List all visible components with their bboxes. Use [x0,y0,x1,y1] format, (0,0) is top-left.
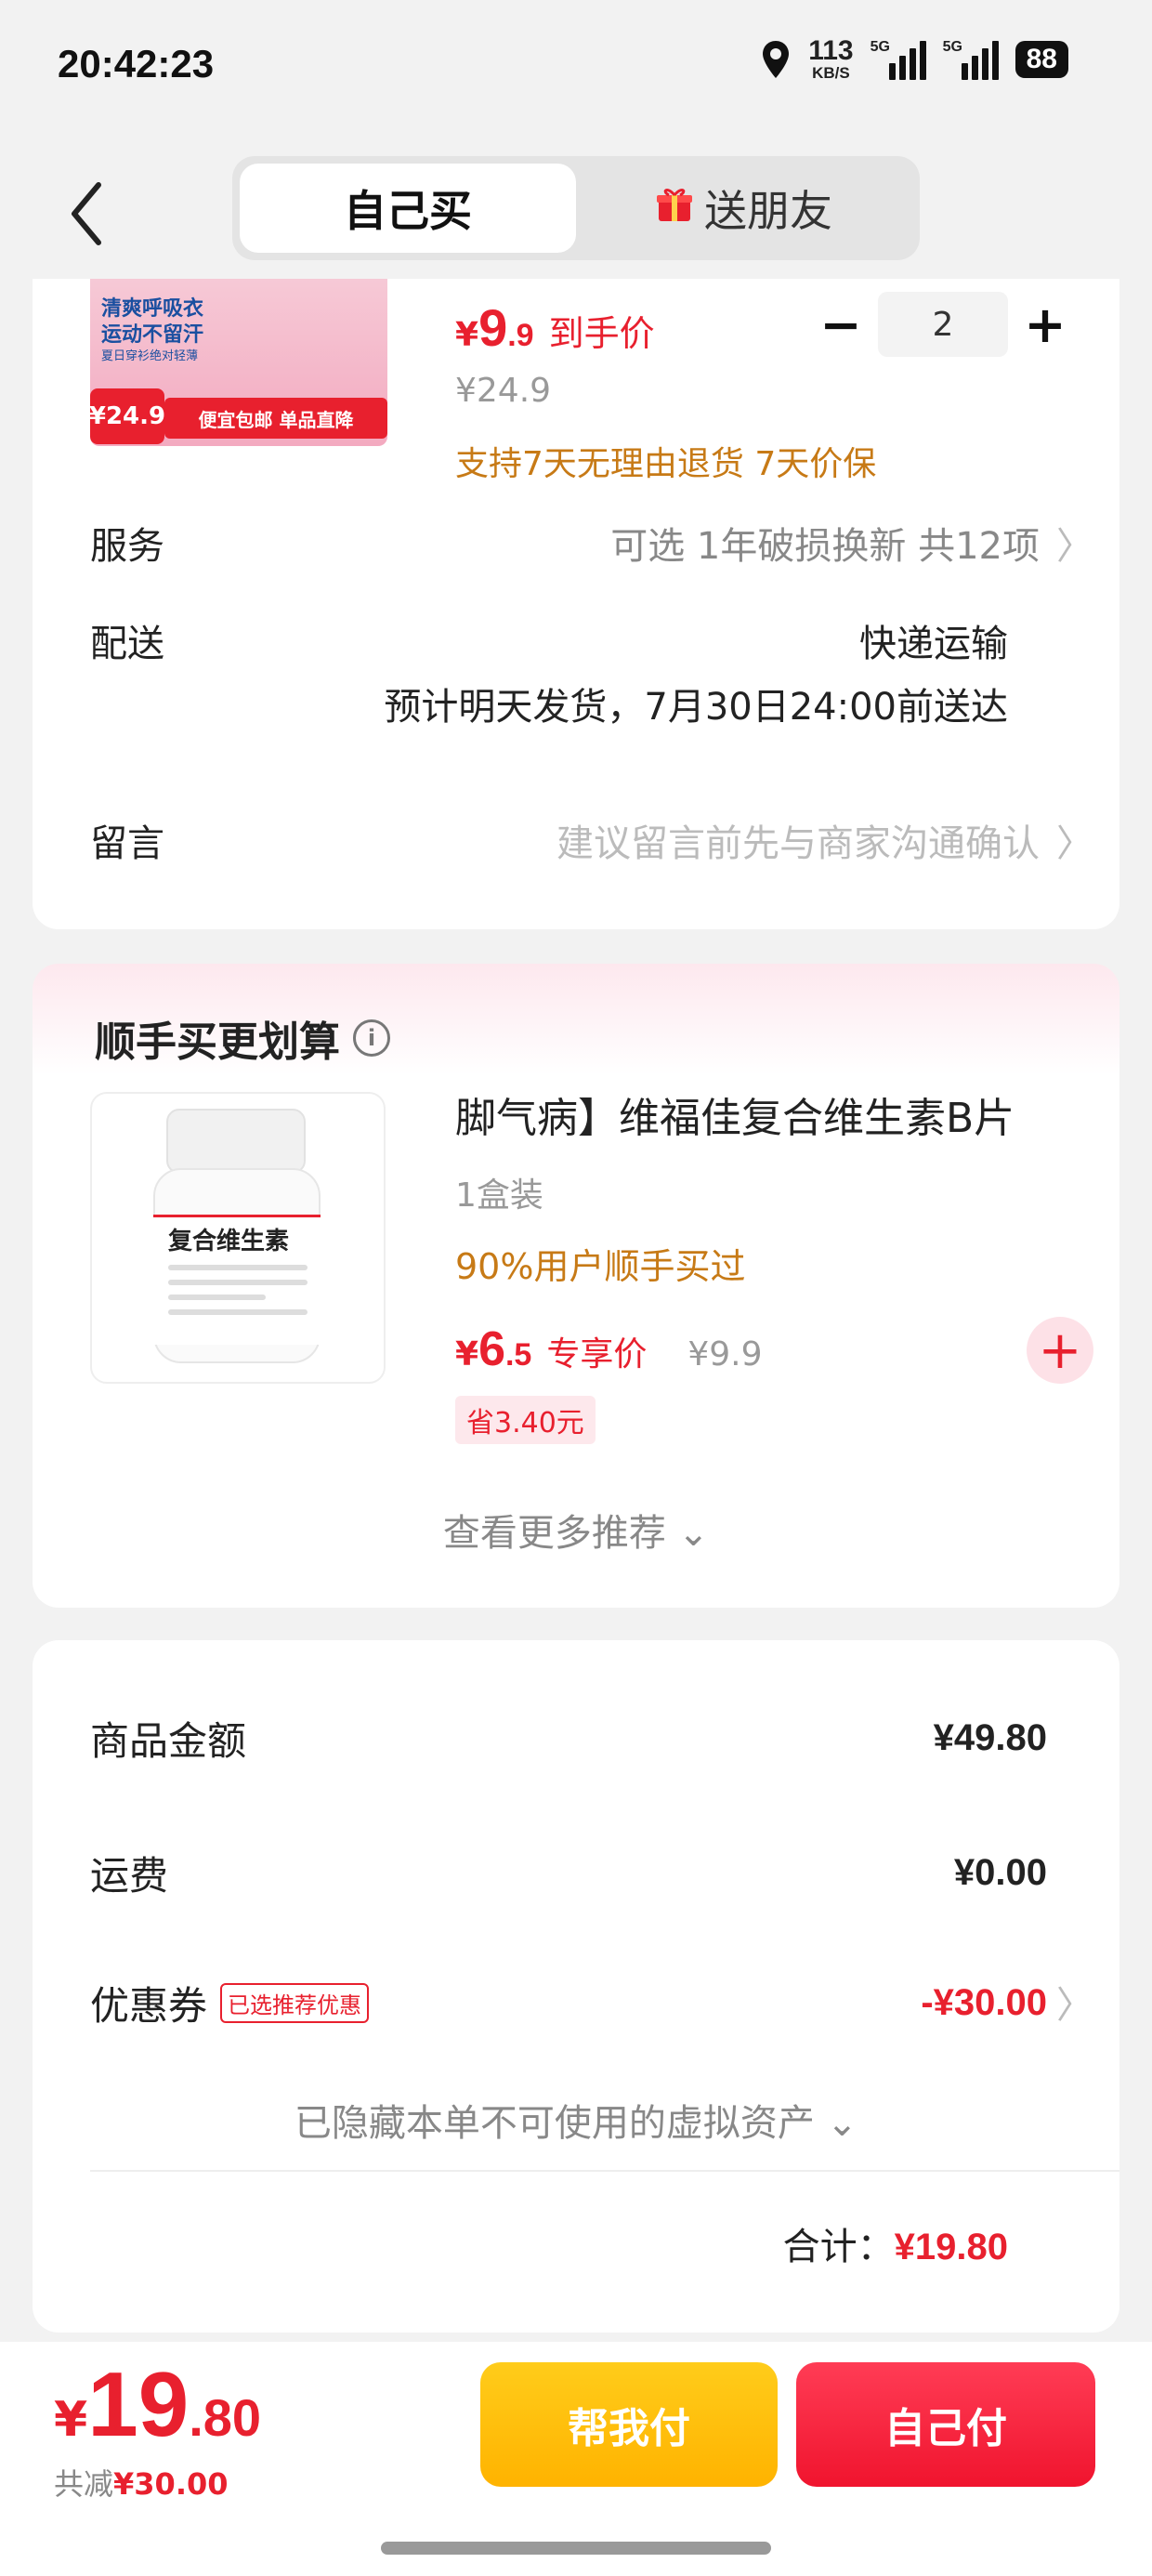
recommend-spec: 1盒装 [455,1176,543,1215]
price-dec: .9 [507,318,534,353]
tab-buy-self[interactable]: 自己买 [240,164,576,253]
signal-icon-sim2: 5G [943,39,999,80]
add-to-order-button[interactable]: + [1027,1317,1093,1384]
info-icon[interactable]: i [353,1019,390,1057]
chevron-right-icon: 〉 [1056,525,1093,568]
image-banner: 便宜包邮 单品直降 [164,398,387,439]
signal-icon-sim1: 5G [871,39,926,80]
saved-value: ¥30.00 [113,2466,229,2502]
pay-total: ¥ 19 .80 [54,2359,261,2450]
bottle-cap [166,1109,306,1174]
back-button[interactable] [58,177,113,251]
product-price: ¥ 9 .9 到手价 [455,297,655,358]
note-row[interactable]: 留言 建议留言前先与商家沟通确认〉 [90,813,1093,867]
purchase-mode-switch: 自己买 送朋友 [232,156,920,260]
service-value: 可选 1年破损换新 共12项 [610,525,1040,568]
pay-total-int: 19 [87,2353,190,2455]
product-image[interactable]: 清爽呼吸衣 运动不留汗 夏日穿衫绝对轻薄 ¥24.9 便宜包邮 单品直降 [90,279,387,446]
divider [90,2170,1119,2172]
increase-button[interactable]: + [1008,292,1082,357]
help-me-pay-button[interactable]: 帮我付 [480,2362,778,2487]
total-row: 合计： ¥19.80 [783,2216,1008,2270]
speed-value: 113 [808,35,854,66]
original-price: ¥24.9 [455,372,552,410]
tab-send-friend[interactable]: 送朋友 [576,164,912,253]
recommend-product-image[interactable]: 复合维生素 [90,1092,386,1384]
rec-price-label: 专享价 [546,1335,648,1373]
bottle-label-text: 复合维生素 [168,1228,290,1255]
status-icons: 113 KB/S 5G 5G 88 [760,37,1068,81]
recommend-title: 顺手买更划算 i [95,1008,390,1068]
bottle-fine-print [168,1265,308,1324]
goods-amount-row: 商品金额 ¥49.80 [90,1710,1047,1767]
delivery-eta: 预计明天发货，7月30日24:00前送达 [384,686,1008,729]
note-placeholder: 建议留言前先与商家沟通确认 [556,822,1040,865]
quantity-stepper: − 2 + [804,292,1082,357]
battery-icon: 88 [1015,40,1068,78]
price-int: 9 [478,298,508,357]
goods-amount-value: ¥49.80 [933,1717,1047,1758]
total-label: 合计： [782,2226,895,2268]
decrease-button[interactable]: − [804,292,878,357]
recommend-title-text: 顺手买更划算 [95,1019,340,1066]
sim1-label: 5G [870,38,890,55]
chevron-left-icon [72,182,101,245]
coupon-tag: 已选推荐优惠 [220,1983,370,2023]
coupon-row[interactable]: 优惠券 已选推荐优惠 -¥30.00 [90,1975,1047,2031]
more-recommend-link[interactable]: 查看更多推荐 ⌄ [33,1503,1119,1557]
pay-total-dec: .80 [189,2388,262,2447]
location-icon [760,39,792,80]
status-time: 20:42:23 [58,42,215,85]
product-card: 清爽呼吸衣 运动不留汗 夏日穿衫绝对轻薄 ¥24.9 便宜包邮 单品直降 ¥ 9… [33,279,1119,929]
saved-prefix: 共减 [54,2466,114,2502]
chevron-right-icon: 〉 [1056,822,1093,865]
rec-original-price: ¥9.9 [687,1335,763,1373]
price-yen: ¥ [455,316,479,354]
image-price-badge: ¥24.9 [90,388,165,444]
image-text-3: 夏日穿衫绝对轻薄 [101,349,199,363]
checkout-bar: ¥ 19 .80 共减¥30.00 帮我付 自己付 [0,2342,1152,2576]
service-row[interactable]: 服务 可选 1年破损换新 共12项〉 [90,516,1093,570]
delivery-method: 快递运输 [859,623,1008,665]
coupon-label: 优惠券 [90,1983,208,2029]
rec-price-yen: ¥ [455,1335,479,1373]
service-label: 服务 [90,525,164,568]
delivery-label: 配送 [90,623,164,665]
recommend-price: ¥ 6 .5 专享价 ¥9.9 [455,1321,763,1377]
recommend-product-name[interactable]: 脚气病】维福佳复合维生素B片 [455,1084,1015,1144]
tab-send-friend-label: 送朋友 [704,186,832,236]
hidden-assets-link[interactable]: 已隐藏本单不可使用的虚拟资产 ⌄ [33,2093,1119,2147]
home-indicator[interactable] [381,2542,771,2555]
quantity-input[interactable]: 2 [878,292,1008,357]
service-promise[interactable]: 支持7天无理由退货 7天价保 [455,437,876,485]
rec-price-dec: .5 [504,1337,532,1373]
network-speed: 113 KB/S [808,35,854,82]
save-badge: 省3.40元 [455,1396,596,1444]
order-summary-card: 商品金额 ¥49.80 运费 ¥0.00 优惠券 已选推荐优惠 -¥30.00 〉… [33,1640,1119,2333]
speed-unit: KB/S [812,64,850,82]
pay-yen: ¥ [54,2392,88,2448]
image-text-2: 运动不留汗 [101,323,204,347]
shipping-value: ¥0.00 [953,1852,1047,1893]
price-label: 到手价 [548,313,655,354]
shipping-row: 运费 ¥0.00 [90,1845,1047,1901]
tab-buy-self-label: 自己买 [344,186,472,236]
header: 自己买 送朋友 [0,139,1152,288]
goods-amount-label: 商品金额 [90,1718,247,1764]
coupon-value: -¥30.00 [921,1982,1047,2023]
total-value: ¥19.80 [894,2227,1008,2267]
note-label: 留言 [90,822,164,865]
rec-price-int: 6 [478,1322,505,1376]
sim2-label: 5G [942,38,962,55]
shipping-label: 运费 [90,1853,169,1899]
recommend-social-proof: 90%用户顺手买过 [455,1246,746,1287]
chevron-right-icon[interactable]: 〉 [1056,1975,1093,2029]
self-pay-button[interactable]: 自己付 [796,2362,1095,2487]
status-bar: 20:42:23 113 KB/S 5G 5G 88 [0,0,1152,139]
pay-saved: 共减¥30.00 [54,2461,229,2504]
recommend-card: 顺手买更划算 i 复合维生素 脚气病】维福佳复合维生素B片 1盒装 90%用户顺… [33,964,1119,1608]
gift-icon [656,183,693,233]
